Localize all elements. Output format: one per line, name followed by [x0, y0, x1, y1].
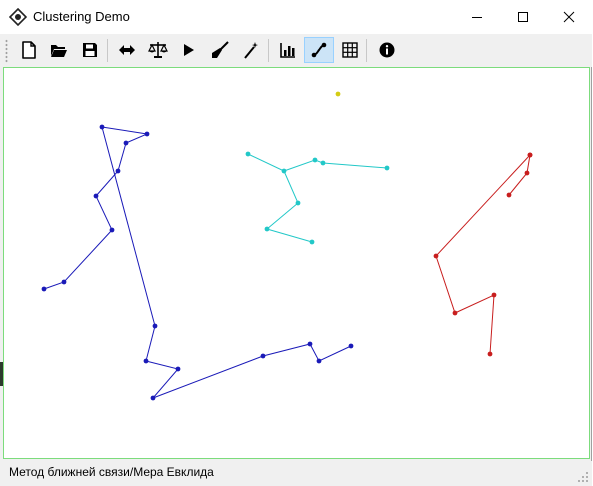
data-point	[309, 239, 315, 245]
data-point	[295, 200, 301, 206]
status-text: Метод ближней связи/Мера Евклида	[9, 465, 214, 479]
bar-chart-icon	[279, 43, 295, 58]
balance-button[interactable]	[144, 37, 171, 63]
new-file-icon	[21, 41, 36, 59]
clear-button[interactable]	[206, 37, 233, 63]
chart-button[interactable]	[274, 37, 301, 63]
data-point	[452, 310, 458, 316]
resize-button[interactable]	[113, 37, 140, 63]
data-point	[123, 140, 129, 146]
title-bar: Clustering Demo	[0, 0, 592, 34]
resize-grip-icon[interactable]	[578, 472, 589, 483]
data-point	[524, 170, 530, 176]
data-point	[307, 341, 313, 347]
toolbar-separator	[366, 39, 367, 62]
data-point	[109, 227, 115, 233]
data-point	[99, 124, 105, 130]
info-button[interactable]	[373, 37, 400, 63]
broom-icon	[211, 41, 229, 58]
cluster-edge	[435, 154, 531, 355]
cluster-edge	[247, 153, 313, 243]
magic-wand-icon	[243, 42, 258, 59]
data-point	[506, 192, 512, 198]
grid-button[interactable]	[336, 37, 363, 63]
generate-button[interactable]	[237, 37, 264, 63]
app-window: Clustering Demo Метод ближней связи/Мера…	[0, 0, 592, 486]
maximize-button[interactable]	[500, 0, 546, 34]
folder-open-icon	[50, 45, 67, 57]
data-point	[527, 152, 533, 158]
close-button[interactable]	[546, 0, 592, 34]
scales-icon	[147, 42, 168, 58]
data-point	[61, 279, 67, 285]
open-button[interactable]	[45, 37, 72, 63]
toolbar-grip[interactable]	[5, 39, 8, 63]
double-arrow-icon	[118, 45, 135, 55]
data-point	[150, 395, 156, 401]
data-point	[260, 353, 266, 359]
data-point	[433, 253, 439, 259]
data-point	[245, 151, 251, 157]
grid-icon	[341, 42, 358, 58]
close-icon	[563, 11, 575, 23]
data-point	[348, 343, 354, 349]
cluster-edge	[283, 159, 388, 172]
data-point	[335, 91, 341, 97]
toolbar	[0, 34, 592, 67]
play-icon	[183, 44, 194, 56]
graph-button[interactable]	[304, 37, 334, 63]
status-bar: Метод ближней связи/Мера Евклида	[0, 461, 592, 486]
window-title: Clustering Demo	[33, 9, 130, 24]
minimize-button[interactable]	[454, 0, 500, 34]
window-edge	[0, 362, 3, 386]
graph-link-icon	[311, 42, 327, 58]
data-point	[491, 292, 497, 298]
save-button[interactable]	[76, 37, 103, 63]
maximize-icon	[518, 12, 528, 22]
data-point	[93, 193, 99, 199]
cluster-edge	[43, 126, 352, 399]
data-point	[281, 168, 287, 174]
toolbar-separator	[268, 39, 269, 62]
data-point	[144, 131, 150, 137]
run-button[interactable]	[175, 37, 202, 63]
floppy-disk-icon	[82, 43, 97, 57]
cluster-plot[interactable]	[4, 68, 589, 458]
data-point	[264, 226, 270, 232]
data-point	[175, 366, 181, 372]
minimize-icon	[472, 17, 482, 18]
data-point	[320, 160, 326, 166]
toolbar-separator	[107, 39, 108, 62]
new-file-button[interactable]	[15, 37, 42, 63]
data-point	[41, 286, 47, 292]
cluster-canvas[interactable]	[3, 67, 590, 459]
data-point	[143, 358, 149, 364]
info-icon	[379, 42, 394, 58]
app-logo-icon	[9, 8, 27, 26]
data-point	[384, 165, 390, 171]
data-point	[115, 168, 121, 174]
data-point	[316, 358, 322, 364]
data-point	[152, 323, 158, 329]
data-point	[487, 351, 493, 357]
data-point	[312, 157, 318, 163]
